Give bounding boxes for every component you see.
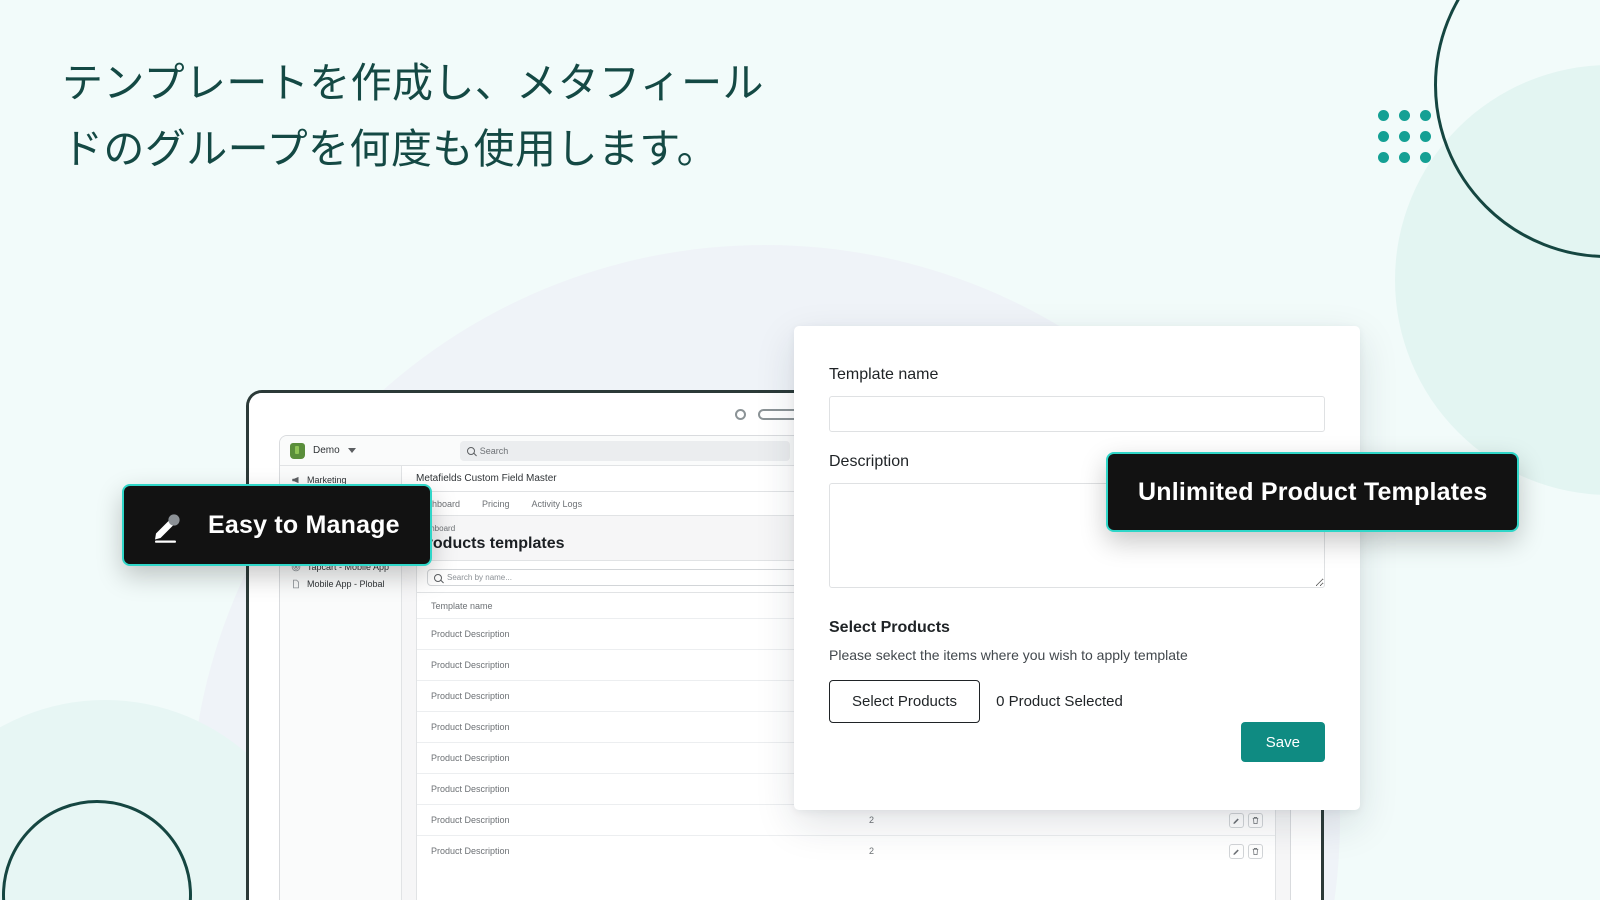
camera-icon <box>734 408 746 420</box>
badge-unlimited-templates: Unlimited Product Templates <box>1106 452 1520 532</box>
delete-row-button[interactable] <box>1248 843 1263 859</box>
sidebar-item-label: Marketing <box>307 474 347 485</box>
search-placeholder: Search <box>479 445 509 456</box>
template-search-placeholder: Search by name... <box>447 573 512 582</box>
cell-count: 2 <box>869 835 1199 866</box>
ring-outline-top-right <box>1434 0 1600 258</box>
save-button[interactable]: Save <box>1240 722 1325 762</box>
chevron-down-icon[interactable] <box>347 448 356 453</box>
badge-easy-to-manage: Easy to Manage <box>122 484 432 566</box>
delete-row-button[interactable] <box>1248 812 1263 828</box>
badge-label: Unlimited Product Templates <box>1138 477 1488 506</box>
ring-outline-bottom-left <box>2 800 192 900</box>
select-products-heading: Select Products <box>829 619 950 636</box>
search-icon <box>466 446 475 455</box>
search-icon <box>434 573 442 582</box>
search-input[interactable]: Search <box>459 440 790 461</box>
edit-row-button[interactable] <box>1229 812 1244 828</box>
tab-activity-logs[interactable]: Activity Logs <box>532 499 583 509</box>
badge-label: Easy to Manage <box>208 510 400 539</box>
dot-grid-icon <box>1378 110 1431 163</box>
select-products-button[interactable]: Select Products <box>829 680 981 723</box>
template-name-label: Template name <box>829 366 939 383</box>
sidebar-item-label: Mobile App - Plobal <box>307 578 385 589</box>
template-name-input[interactable] <box>829 396 1325 432</box>
sidebar-item-plobal[interactable]: Mobile App - Plobal <box>284 576 397 591</box>
mint-circle-top-right <box>1395 65 1600 495</box>
store-name[interactable]: Demo <box>313 445 340 456</box>
select-products-hint: Please sekect the items where you wish t… <box>829 647 1188 663</box>
pencil-icon <box>148 506 186 544</box>
page-icon <box>291 579 301 589</box>
megaphone-icon <box>291 475 301 485</box>
tab-pricing[interactable]: Pricing <box>482 499 510 509</box>
selected-count-text: 0 Product Selected <box>996 693 1123 710</box>
edit-row-button[interactable] <box>1229 843 1244 859</box>
table-row: Product Description 2 <box>417 835 1275 866</box>
promo-banner: テンプレートを作成し、メタフィール ドのグループを何度も使用します。 Demo … <box>0 0 1600 900</box>
shopify-logo-icon <box>290 442 305 459</box>
page-title: テンプレートを作成し、メタフィール ドのグループを何度も使用します。 <box>62 60 764 173</box>
template-form-panel: Template name Description Select Product… <box>794 326 1360 810</box>
cell-template-name: Product Description <box>417 835 869 866</box>
cell-actions <box>1199 835 1275 866</box>
